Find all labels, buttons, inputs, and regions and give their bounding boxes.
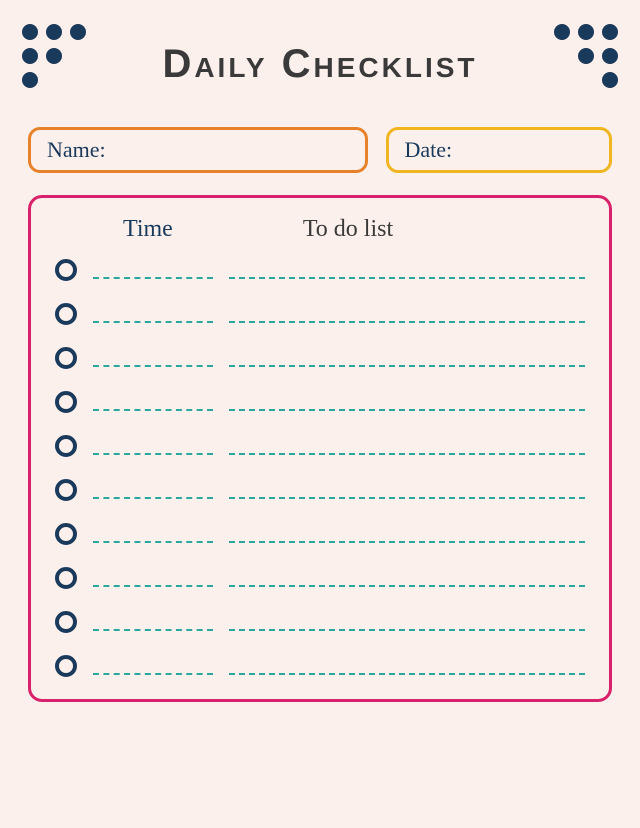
checkbox-circle[interactable]: [55, 259, 77, 281]
header-time: Time: [123, 216, 173, 243]
todo-input-line[interactable]: [229, 349, 585, 367]
checkbox-circle[interactable]: [55, 303, 77, 325]
time-input-line[interactable]: [93, 569, 213, 587]
page-title: Daily Checklist: [0, 0, 640, 87]
time-input-line[interactable]: [93, 349, 213, 367]
checklist-rows: [55, 259, 585, 677]
time-input-line[interactable]: [93, 613, 213, 631]
time-input-line[interactable]: [93, 393, 213, 411]
checkbox-circle[interactable]: [55, 391, 77, 413]
checklist-row: [55, 611, 585, 633]
checklist-row: [55, 655, 585, 677]
todo-input-line[interactable]: [229, 261, 585, 279]
date-label: Date:: [405, 137, 453, 162]
todo-input-line[interactable]: [229, 657, 585, 675]
checklist-box: Time To do list: [28, 195, 612, 702]
checklist-row: [55, 303, 585, 325]
todo-input-line[interactable]: [229, 437, 585, 455]
checkbox-circle[interactable]: [55, 611, 77, 633]
time-input-line[interactable]: [93, 305, 213, 323]
checklist-row: [55, 479, 585, 501]
checklist-row: [55, 435, 585, 457]
todo-input-line[interactable]: [229, 481, 585, 499]
checkbox-circle[interactable]: [55, 523, 77, 545]
checkbox-circle[interactable]: [55, 655, 77, 677]
column-headers: Time To do list: [55, 216, 585, 243]
todo-input-line[interactable]: [229, 393, 585, 411]
checklist-row: [55, 391, 585, 413]
checkbox-circle[interactable]: [55, 435, 77, 457]
decoration-dots-left: [22, 24, 86, 88]
checklist-row: [55, 347, 585, 369]
checkbox-circle[interactable]: [55, 347, 77, 369]
time-input-line[interactable]: [93, 437, 213, 455]
time-input-line[interactable]: [93, 481, 213, 499]
date-field[interactable]: Date:: [386, 127, 612, 173]
name-label: Name:: [47, 137, 106, 162]
fields-row: Name: Date:: [0, 87, 640, 173]
time-input-line[interactable]: [93, 657, 213, 675]
checkbox-circle[interactable]: [55, 479, 77, 501]
time-input-line[interactable]: [93, 261, 213, 279]
time-input-line[interactable]: [93, 525, 213, 543]
checkbox-circle[interactable]: [55, 567, 77, 589]
todo-input-line[interactable]: [229, 613, 585, 631]
checklist-row: [55, 567, 585, 589]
todo-input-line[interactable]: [229, 569, 585, 587]
decoration-dots-right: [554, 24, 618, 88]
checklist-row: [55, 259, 585, 281]
todo-input-line[interactable]: [229, 525, 585, 543]
checklist-row: [55, 523, 585, 545]
name-field[interactable]: Name:: [28, 127, 368, 173]
todo-input-line[interactable]: [229, 305, 585, 323]
header-todo: To do list: [303, 216, 393, 243]
